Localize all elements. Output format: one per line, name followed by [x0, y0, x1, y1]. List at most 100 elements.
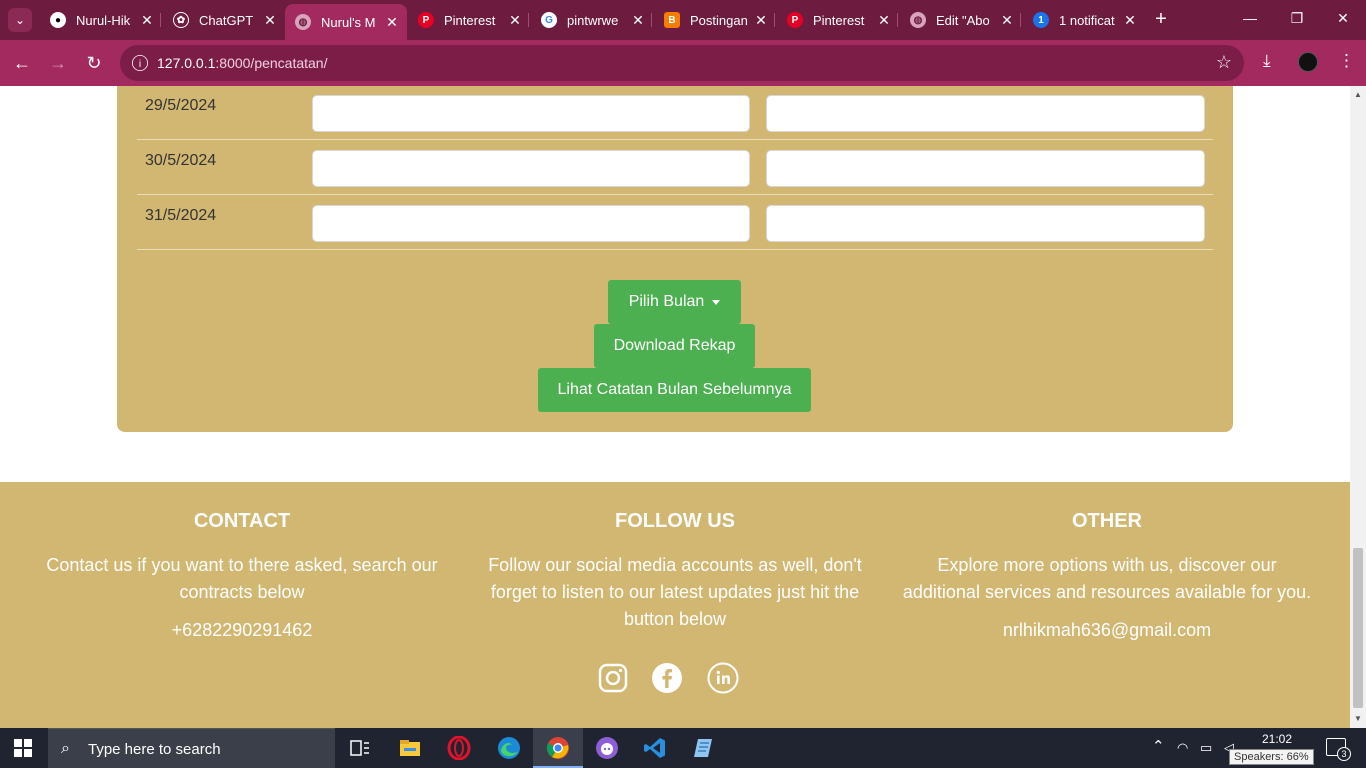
reload-icon[interactable]: ↻: [82, 51, 106, 75]
previous-month-label: Lihat Catatan Bulan Sebelumnya: [557, 381, 792, 398]
footer: CONTACT Contact us if you want to there …: [0, 482, 1350, 728]
choose-month-dropdown[interactable]: Pilih Bulan: [608, 280, 741, 324]
tab-label: Postingan: [690, 12, 748, 28]
chatgpt-icon: ✿: [173, 12, 189, 28]
row-date: 30/5/2024: [145, 152, 217, 169]
caret-down-icon: [712, 299, 721, 305]
scrollbar-thumb[interactable]: [1353, 548, 1363, 708]
close-icon[interactable]: ✕: [508, 12, 522, 29]
tab-edit-about[interactable]: ◍ Edit "Abo ✕: [900, 6, 1022, 34]
tab-active-page[interactable]: ◍ Nurul's M ✕: [285, 4, 407, 40]
other-desc-line: Explore more options with us, discover o…: [937, 555, 1277, 575]
tab-blogger[interactable]: B Postingan ✕: [654, 6, 776, 34]
site-info-icon[interactable]: i: [132, 55, 148, 71]
browser-tab-bar: ⌄ ● Nurul-Hik ✕ ✿ ChatGPT ✕ ◍ Nurul's M …: [0, 0, 1366, 40]
address-bar[interactable]: i 127.0.0.1:8000/pencatatan/ ☆: [120, 45, 1244, 81]
more-menu-icon[interactable]: ⋮: [1338, 51, 1355, 71]
input-field[interactable]: [766, 205, 1205, 242]
input-field[interactable]: [312, 95, 750, 132]
tab-label: Pinterest: [813, 12, 865, 28]
close-icon[interactable]: ✕: [1123, 12, 1137, 29]
other-desc-line: additional services and resources availa…: [902, 582, 1312, 602]
download-recap-button[interactable]: Download Rekap: [594, 324, 755, 368]
close-icon[interactable]: ✕: [140, 12, 154, 29]
github-icon: ●: [50, 12, 66, 28]
instagram-icon[interactable]: [597, 662, 629, 694]
linkedin-icon[interactable]: [707, 662, 739, 694]
chrome-taskbar-active[interactable]: [533, 728, 583, 768]
task-view-icon[interactable]: [348, 736, 372, 760]
scroll-down-icon[interactable]: ▼: [1353, 714, 1363, 723]
close-icon[interactable]: ✕: [631, 12, 645, 29]
tab-google[interactable]: G pintwrwe ✕: [531, 6, 653, 34]
close-icon[interactable]: ✕: [1000, 12, 1014, 29]
previous-month-button[interactable]: Lihat Catatan Bulan Sebelumnya: [538, 368, 811, 412]
close-icon[interactable]: ✕: [263, 12, 277, 29]
tab-label: Nurul's M: [321, 14, 376, 30]
tab-pinterest-2[interactable]: P Pinterest ✕: [777, 6, 899, 34]
url-path: :8000/pencatatan/: [215, 55, 328, 71]
bookmark-star-icon[interactable]: ☆: [1216, 52, 1232, 73]
window-close-icon[interactable]: ✕: [1333, 10, 1353, 27]
back-icon[interactable]: ←: [10, 51, 34, 75]
input-field[interactable]: [766, 150, 1205, 187]
follow-description: Follow our social media accounts as well…: [463, 552, 887, 633]
close-icon[interactable]: ✕: [385, 14, 399, 31]
tab-chatgpt[interactable]: ✿ ChatGPT ✕: [163, 6, 285, 34]
other-heading: OTHER: [1072, 510, 1142, 532]
search-icon: ⌕: [61, 740, 70, 757]
globe-icon: ◍: [295, 14, 311, 30]
url-text[interactable]: 127.0.0.1:8000/pencatatan/: [157, 55, 328, 71]
tab-label: Nurul-Hik: [76, 12, 131, 28]
network-icon[interactable]: ◠: [1177, 740, 1188, 756]
facebook-icon[interactable]: [651, 662, 683, 694]
close-icon[interactable]: ✕: [877, 12, 891, 29]
row-date: 31/5/2024: [145, 207, 217, 224]
input-field[interactable]: [766, 95, 1205, 132]
action-center-icon[interactable]: 3: [1326, 738, 1351, 761]
download-icon[interactable]: ⤓: [1263, 51, 1271, 71]
tab-separator: [774, 13, 775, 27]
globe-icon: ◍: [910, 12, 926, 28]
vscode-icon[interactable]: [643, 736, 667, 760]
contact-description: Contact us if you want to there asked, s…: [30, 552, 454, 606]
windows-start-icon[interactable]: [14, 739, 32, 757]
chevron-up-icon[interactable]: ⌃: [1152, 737, 1165, 755]
tab-notifications[interactable]: 1 1 notificat ✕: [1023, 6, 1145, 34]
input-field[interactable]: [312, 205, 750, 242]
google-icon: G: [541, 12, 557, 28]
file-explorer-icon[interactable]: [398, 736, 422, 760]
profile-avatar[interactable]: [1298, 52, 1318, 72]
close-icon[interactable]: ✕: [754, 12, 768, 29]
taskbar-search-box[interactable]: ⌕ Type here to search: [48, 728, 335, 768]
scroll-up-icon[interactable]: ▲: [1353, 90, 1363, 99]
tab-separator: [897, 13, 898, 27]
follow-desc-line: forget to listen to our latest updates j…: [490, 582, 860, 602]
edge-icon[interactable]: [497, 736, 521, 760]
url-host: 127.0.0.1: [157, 55, 216, 71]
tab-pinterest-1[interactable]: P Pinterest ✕: [408, 6, 530, 34]
follow-heading: FOLLOW US: [615, 510, 735, 532]
minimize-icon[interactable]: —: [1240, 10, 1260, 26]
new-tab-button[interactable]: +: [1150, 8, 1172, 32]
tab-label: Edit "Abo: [936, 12, 990, 28]
page-scrollbar[interactable]: ▲ ▼: [1350, 86, 1366, 728]
tab-separator: [160, 13, 161, 27]
notepad-icon[interactable]: [692, 736, 716, 760]
notification-count: 3: [1337, 747, 1351, 761]
restore-icon[interactable]: ❐: [1287, 10, 1307, 27]
chrome-icon: [546, 737, 569, 759]
tab-label: ChatGPT: [199, 12, 254, 28]
tab-github[interactable]: ● Nurul-Hik ✕: [40, 6, 162, 34]
tab-search-button[interactable]: ⌄: [8, 8, 32, 32]
tab-separator: [528, 13, 529, 27]
tab-label: 1 notificat: [1059, 12, 1115, 28]
clock-time[interactable]: 21:02: [1253, 732, 1301, 746]
table-row: 30/5/2024: [137, 140, 1213, 195]
tab-separator: [1020, 13, 1021, 27]
github-desktop-icon[interactable]: [595, 736, 619, 760]
forward-icon[interactable]: →: [46, 51, 70, 75]
opera-icon[interactable]: [447, 736, 471, 760]
input-field[interactable]: [312, 150, 750, 187]
battery-icon[interactable]: ▭: [1200, 740, 1212, 756]
